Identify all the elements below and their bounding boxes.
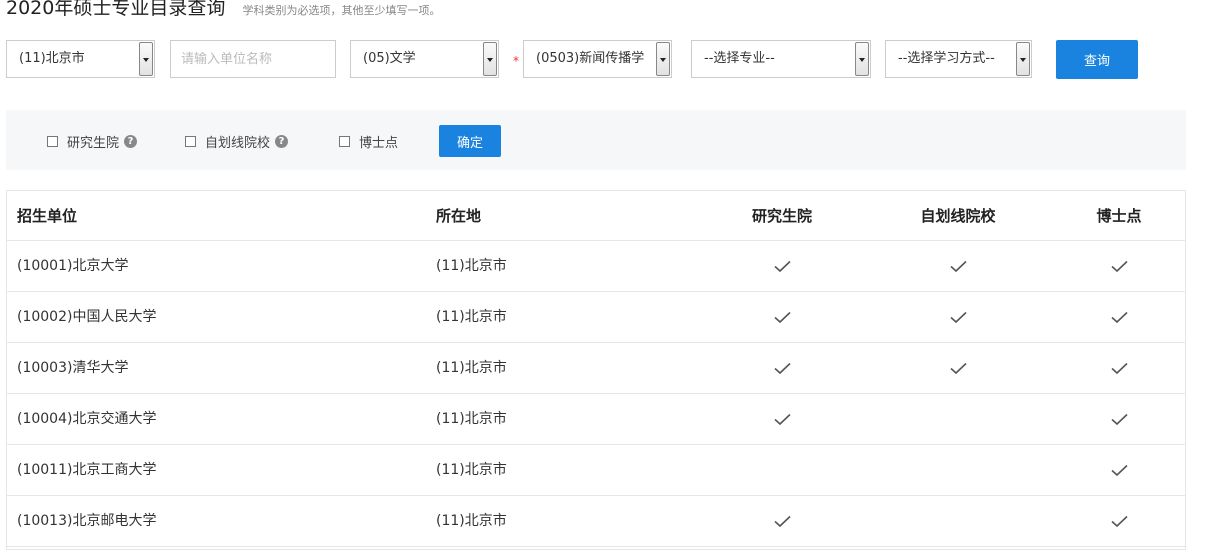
unit-link[interactable]: (10011)北京工商大学 — [17, 445, 156, 495]
category-select-value: (05)文学 — [363, 51, 416, 66]
location-cell: (11)北京市 — [436, 360, 507, 376]
self-line-label: 自划线院校 — [205, 135, 271, 151]
category-select[interactable]: (05)文学 — [350, 40, 499, 78]
checkbox-box[interactable] — [47, 135, 58, 147]
table-row: (10013)北京邮电大学 (11)北京市 — [7, 496, 1185, 547]
help-icon[interactable]: ? — [275, 134, 289, 148]
unit-link[interactable]: (10004)北京交通大学 — [17, 394, 156, 444]
doctoral-label: 博士点 — [359, 135, 399, 151]
query-button[interactable]: 查询 — [1056, 40, 1138, 79]
chevron-down-icon[interactable] — [656, 42, 670, 76]
table-row: (10004)北京交通大学 (11)北京市 — [7, 394, 1185, 445]
province-select-value: (11)北京市 — [19, 51, 85, 66]
table-header: 招生单位 所在地 研究生院 自划线院校 博士点 — [7, 191, 1185, 241]
page-header: 2020年硕士专业目录查询 学科类别为必选项，其他至少填写一项。 — [6, 0, 440, 23]
doctoral-cell — [1044, 343, 1194, 393]
table-row: (10011)北京工商大学 (11)北京市 — [7, 445, 1185, 496]
study-mode-select[interactable]: --选择学习方式-- — [885, 40, 1032, 78]
graduate-school-cell — [707, 394, 857, 444]
required-mark: * — [513, 54, 519, 68]
chevron-down-icon[interactable] — [139, 42, 153, 76]
unit-name-input[interactable] — [170, 40, 336, 78]
location-cell: (11)北京市 — [436, 462, 507, 478]
check-icon — [773, 411, 791, 427]
doctoral-cell — [1044, 292, 1194, 342]
filter-bar — [6, 110, 1186, 170]
doctoral-cell — [1044, 445, 1194, 495]
page-hint: 学科类别为必选项，其他至少填写一项。 — [242, 4, 441, 17]
check-icon — [1110, 309, 1128, 325]
study-mode-select-value: --选择学习方式-- — [898, 51, 995, 66]
chevron-down-icon[interactable] — [855, 42, 869, 76]
unit-link[interactable]: (10003)清华大学 — [17, 343, 128, 393]
chevron-down-icon[interactable] — [483, 42, 497, 76]
province-select[interactable]: (11)北京市 — [6, 40, 155, 78]
major-select[interactable]: --选择专业-- — [691, 40, 871, 78]
location-cell: (11)北京市 — [436, 258, 507, 274]
unit-link[interactable]: (10001)北京大学 — [17, 241, 128, 291]
check-icon — [949, 360, 967, 376]
chevron-down-icon[interactable] — [1016, 42, 1030, 76]
check-icon — [773, 309, 791, 325]
discipline-select-value: (0503)新闻传播学 — [536, 51, 645, 66]
check-icon — [1110, 411, 1128, 427]
check-icon — [1110, 462, 1128, 478]
check-icon — [949, 258, 967, 274]
table-row: (10003)清华大学 (11)北京市 — [7, 343, 1185, 394]
check-icon — [949, 309, 967, 325]
check-icon — [1110, 258, 1128, 274]
unit-link[interactable]: (10002)中国人民大学 — [17, 292, 156, 342]
graduate-school-cell — [707, 241, 857, 291]
checkbox-box[interactable] — [339, 135, 350, 147]
unit-link[interactable]: (10013)北京邮电大学 — [17, 496, 156, 546]
location-cell: (11)北京市 — [436, 513, 507, 529]
discipline-select[interactable]: (0503)新闻传播学 — [523, 40, 672, 78]
checkbox-box[interactable] — [185, 135, 196, 147]
table-row: (10002)中国人民大学 (11)北京市 — [7, 292, 1185, 343]
table-row: (10001)北京大学 (11)北京市 — [7, 241, 1185, 292]
doctoral-checkbox[interactable]: 博士点 — [339, 133, 399, 151]
graduate-school-cell — [707, 292, 857, 342]
help-icon[interactable]: ? — [124, 134, 138, 148]
graduate-school-checkbox[interactable]: 研究生院 ? — [47, 133, 138, 151]
column-header-doctoral[interactable]: 博士点 — [1044, 191, 1194, 241]
graduate-school-cell — [707, 496, 857, 546]
results-table: 招生单位 所在地 研究生院 自划线院校 博士点 (10001)北京大学 (11)北… — [6, 190, 1186, 550]
doctoral-cell — [1044, 394, 1194, 444]
page-title: 2020年硕士专业目录查询 — [6, 0, 226, 19]
column-header-unit[interactable]: 招生单位 — [17, 191, 77, 241]
doctoral-cell — [1044, 241, 1194, 291]
check-icon — [773, 360, 791, 376]
graduate-school-label: 研究生院 — [67, 135, 120, 151]
doctoral-cell — [1044, 496, 1194, 546]
column-header-graduate-school[interactable]: 研究生院 — [707, 191, 857, 241]
major-select-value: --选择专业-- — [704, 51, 775, 66]
self-line-cell — [883, 292, 1033, 342]
column-header-location[interactable]: 所在地 — [436, 191, 481, 241]
self-line-cell — [883, 343, 1033, 393]
column-header-self-line[interactable]: 自划线院校 — [883, 191, 1033, 241]
check-icon — [1110, 360, 1128, 376]
check-icon — [773, 258, 791, 274]
self-line-cell — [883, 241, 1033, 291]
self-line-checkbox[interactable]: 自划线院校 ? — [185, 133, 289, 151]
graduate-school-cell — [707, 343, 857, 393]
location-cell: (11)北京市 — [436, 309, 507, 325]
confirm-button[interactable]: 确定 — [439, 125, 501, 157]
location-cell: (11)北京市 — [436, 411, 507, 427]
